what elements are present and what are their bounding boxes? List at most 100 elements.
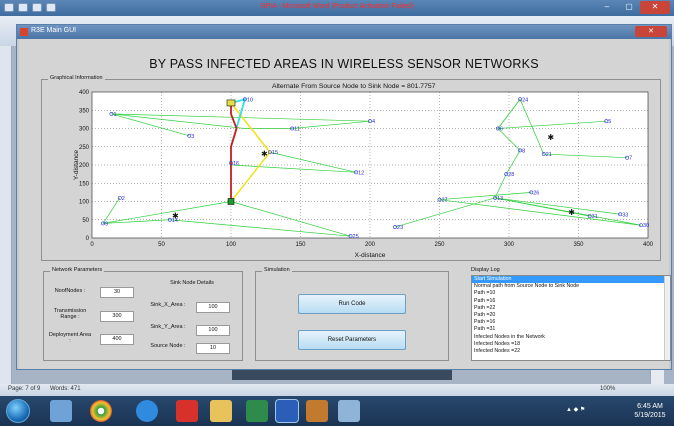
log-line[interactable]: Path =20 [472,312,670,319]
infected-star-marker: ✱ [172,212,179,221]
gui-body: BY PASS INFECTED AREAS IN WIRELESS SENSO… [19,39,671,369]
folder-icon[interactable] [210,400,232,422]
infected-star-marker: ✱ [568,208,575,217]
gui-close-button[interactable]: ✕ [635,26,667,37]
word-icon[interactable] [275,399,299,423]
paint-icon[interactable] [338,400,360,422]
node-label: 30 [643,223,649,229]
deployment-area-input[interactable]: 400 [100,334,134,345]
node-label: 27 [442,198,448,204]
node-label: 11 [294,127,300,133]
y-tick-label: 100 [79,200,90,206]
transmission-range-input[interactable]: 300 [100,311,134,322]
node-label: 3 [191,134,194,140]
display-log-label: Display Log [471,267,500,273]
node-label: 7 [629,156,632,162]
graphical-information-panel: Graphical Information Alternate From Sou… [41,75,662,262]
status-page-count[interactable]: Page: 7 of 9 [8,386,40,392]
node-label: 21 [546,152,552,158]
status-word-count[interactable]: Words: 471 [50,386,81,392]
x-tick-label: 150 [295,242,306,248]
r3e-main-gui-window: R3E Main GUI ✕ BY PASS INFECTED AREAS IN… [16,24,672,370]
node-label: 6 [500,127,503,133]
node-label: 9 [105,221,108,227]
explorer-icon[interactable] [50,400,72,422]
save-icon[interactable] [18,3,28,12]
sink-y-area-input[interactable]: 100 [196,325,230,336]
word-maximize-button[interactable]: ▢ [618,1,640,14]
network-plot[interactable]: 0 50 100 150 200 250 300 350 400 0 50 100 150 200 250 3… [42,80,662,262]
sink-node-details-label: Sink Node Details [170,280,214,286]
node-label: 24 [522,97,528,103]
word-minimize-button[interactable]: – [596,1,618,14]
source-node-marker [227,198,235,205]
log-line[interactable]: Path =10 [472,290,670,297]
run-code-button[interactable]: Run Code [298,294,406,314]
log-line[interactable]: Normal path from Source Node to Sink Nod… [472,283,670,290]
ie-icon[interactable] [136,400,158,422]
node-label: 2 [122,196,125,202]
word-app-icon[interactable] [4,3,14,12]
word-status-bar: Page: 7 of 9 Words: 471 100% [0,384,674,396]
start-button[interactable] [6,399,30,423]
log-line[interactable]: Start Simulation [472,276,670,284]
log-line[interactable]: Path =31 [472,326,670,333]
y-tick-label: 0 [86,236,90,242]
word-window-title: BPIA - Microsoft Word (Product Activatio… [260,3,414,10]
y-tick-label: 150 [79,181,90,187]
node-label: 28 [508,172,514,178]
chrome-icon[interactable] [90,400,112,422]
log-line[interactable]: Infected Nodes =22 [472,348,670,355]
y-tick-label: 250 [79,145,90,151]
y-tick-label: 350 [79,108,90,114]
node-label: 23 [397,225,403,231]
sink-y-area-label: Sink_Y_Area : [150,324,186,330]
x-tick-label: 100 [226,242,237,248]
excel-icon[interactable] [246,400,268,422]
network-parameters-panel: Network Parameters NoofNodes : 30 Transm… [43,267,243,361]
undo-icon[interactable] [32,3,42,12]
y-tick-label: 50 [82,218,89,224]
redo-icon[interactable] [46,3,56,12]
simulation-panel: Simulation Run Code Reset Parameters [255,267,449,361]
pdf-icon[interactable] [176,400,198,422]
word-vertical-ruler [0,46,12,384]
status-zoom-level[interactable]: 100% [600,386,615,392]
infected-star-marker: ✱ [261,150,268,159]
tray-icons[interactable]: ▲ ◆ ⚑ [566,406,585,413]
node-label: 13 [497,196,503,202]
system-clock[interactable]: 6:45 AM 5/19/2015 [632,402,668,420]
no-of-nodes-input[interactable]: 30 [100,287,134,298]
deployment-area-label: Deployment Area : [48,332,92,344]
node-label: 15 [272,150,278,156]
log-scrollbar[interactable] [664,276,670,360]
node-label: 8 [522,148,525,154]
x-tick-label: 250 [434,242,445,248]
matlab-icon[interactable] [306,400,328,422]
clock-time: 6:45 AM [637,403,663,410]
word-title-bar: BPIA - Microsoft Word (Product Activatio… [0,0,674,16]
node-label: 5 [608,119,611,125]
gui-title-bar[interactable]: R3E Main GUI ✕ [17,25,671,39]
sink-x-area-label: Sink_X_Area : [150,302,186,308]
x-tick-label: 200 [365,242,376,248]
reset-parameters-button[interactable]: Reset Parameters [298,330,406,350]
x-tick-label: 400 [643,242,654,248]
gui-window-title: R3E Main GUI [31,27,77,34]
infected-star-marker: ✱ [547,133,554,142]
log-line[interactable]: Infected Nodes in the Network [472,334,670,341]
log-line[interactable]: Path =22 [472,305,670,312]
word-close-button[interactable]: ✕ [640,1,670,14]
source-node-input[interactable]: 10 [196,343,230,354]
node-label: 1 [113,112,116,118]
simulation-legend: Simulation [262,267,292,273]
node-label: 25 [353,234,359,240]
log-line[interactable]: Path =16 [472,298,670,305]
sink-x-area-input[interactable]: 100 [196,302,230,313]
x-tick-label: 50 [158,242,165,248]
log-line[interactable]: Infected Nodes =18 [472,341,670,348]
transmission-range-label: Transmission Range : [53,308,87,320]
x-tick-label: 350 [573,242,584,248]
log-line[interactable]: Path =16 [472,319,670,326]
display-log-listbox[interactable]: Start Simulation Normal path from Source … [471,275,671,361]
